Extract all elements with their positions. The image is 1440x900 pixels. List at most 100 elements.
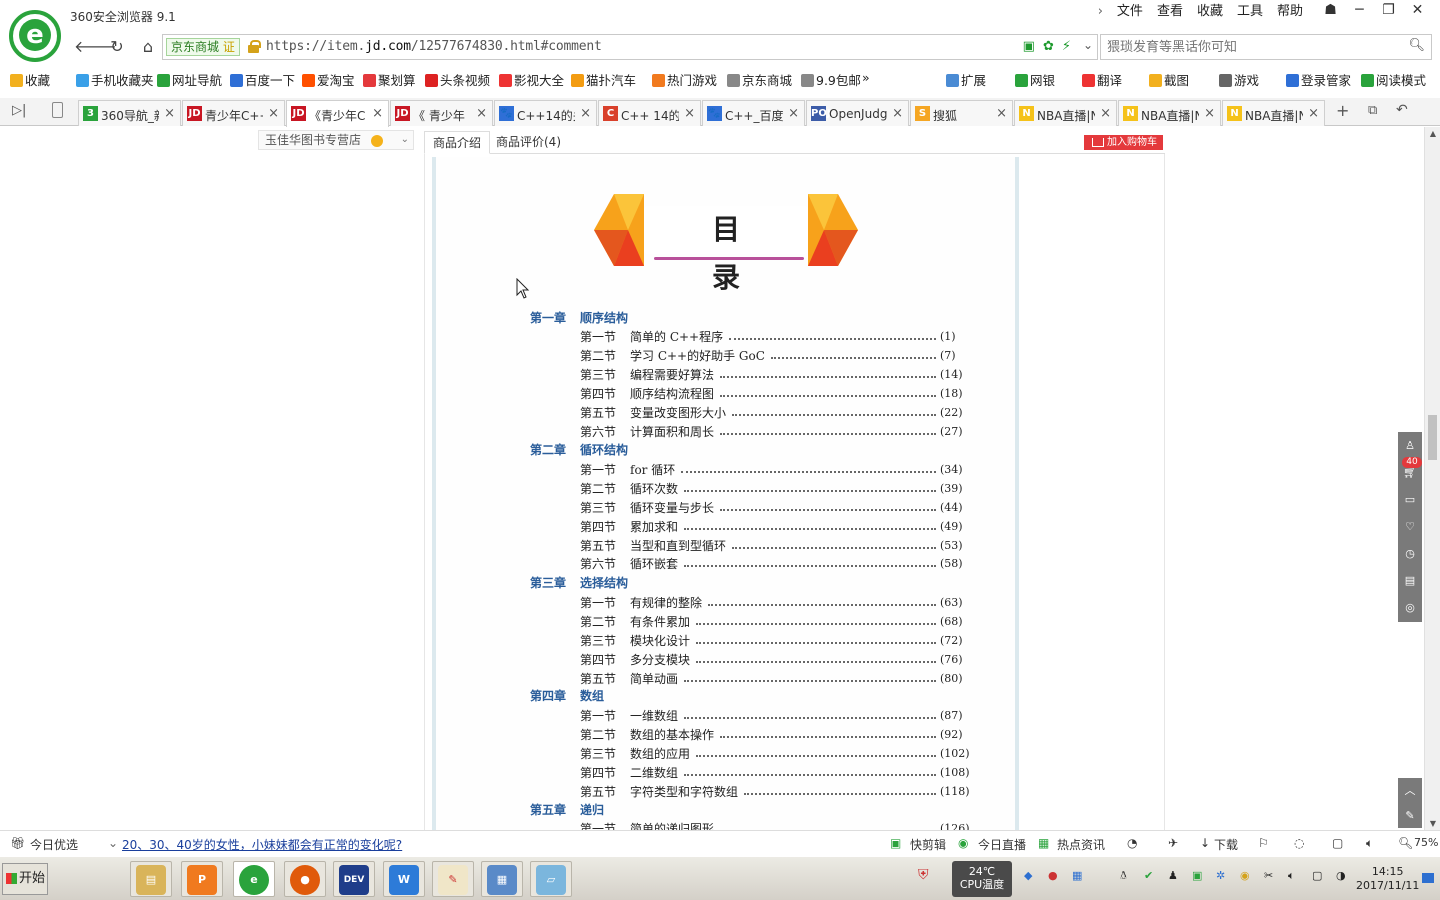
close-tab-icon[interactable]: ×: [580, 106, 591, 121]
bookmark-item[interactable]: 影视大全: [499, 70, 564, 89]
bookmark-item[interactable]: 百度一下: [230, 70, 295, 89]
close-tab-icon[interactable]: ×: [268, 106, 279, 121]
message-icon[interactable]: ▤: [1398, 567, 1422, 594]
tray-check-icon[interactable]: ✔: [1144, 869, 1153, 882]
bookmark-item[interactable]: 爱淘宝: [302, 70, 355, 89]
menu-tools[interactable]: 工具: [1230, 4, 1270, 20]
browser-tab[interactable]: CC++ 14的新 ×: [598, 100, 701, 126]
extension-icon[interactable]: ✿: [1043, 39, 1054, 54]
history-icon[interactable]: ◷: [1398, 540, 1422, 567]
vertical-scrollbar[interactable]: ▲ ▼: [1424, 127, 1440, 830]
minimize-button[interactable]: ─: [1345, 2, 1374, 18]
bookmark-item[interactable]: 热门游戏: [652, 70, 717, 89]
tray-cube-icon[interactable]: ◆: [1024, 869, 1032, 882]
search-box[interactable]: 🔍︎: [1100, 34, 1432, 60]
speed-mode-icon[interactable]: ⚡: [1062, 39, 1071, 54]
browser-tab[interactable]: 🐾C++14的关 ×: [494, 100, 597, 126]
bookmark-item[interactable]: 网址导航: [157, 70, 222, 89]
toolbar-item[interactable]: 阅读模式: [1361, 70, 1426, 89]
hot-news-button[interactable]: 热点资讯: [1057, 836, 1105, 853]
new-tab-button[interactable]: +: [1336, 101, 1349, 120]
browser-tab[interactable]: N NBA直播|N ×: [1222, 100, 1325, 126]
bookmark-item[interactable]: 9.9包邮: [801, 70, 861, 89]
compat-mode-icon[interactable]: ▣: [1023, 39, 1035, 54]
news-ticker-link[interactable]: 20、30、40岁的女性，小妹妹都会有正常的变化呢?: [122, 836, 402, 853]
chevron-down-icon[interactable]: ⌄: [1083, 38, 1093, 52]
refresh-button[interactable]: ↻: [105, 36, 129, 58]
close-tab-icon[interactable]: ×: [788, 106, 799, 121]
tray-tools-icon[interactable]: ✂: [1264, 869, 1273, 882]
sidebar-toggle-icon[interactable]: ▷|: [12, 103, 26, 118]
close-tab-icon[interactable]: ×: [996, 106, 1007, 121]
cpu-temp-widget[interactable]: 24℃ CPU温度: [952, 861, 1012, 897]
tray-network-icon[interactable]: ▣: [1192, 869, 1202, 882]
speaker-icon[interactable]: 🔈︎: [1288, 869, 1295, 883]
speed-icon[interactable]: ◔: [1127, 836, 1137, 850]
bookmark-item[interactable]: 猫扑汽车: [571, 70, 636, 89]
browser-tab[interactable]: 🐾C++_百度百 ×: [702, 100, 805, 126]
tray-360-icon[interactable]: ◉: [1240, 869, 1250, 882]
chevron-right-icon[interactable]: ›: [1091, 4, 1110, 20]
start-button[interactable]: 开始: [2, 863, 48, 895]
menu-view[interactable]: 查看: [1150, 4, 1190, 20]
close-tab-icon[interactable]: ×: [476, 106, 487, 121]
toolbar-item[interactable]: 扩展: [946, 70, 986, 89]
scrollbar-thumb[interactable]: [1428, 415, 1437, 460]
tray-user-icon[interactable]: ♟: [1168, 869, 1178, 882]
bookmark-item[interactable]: 京东商城: [727, 70, 792, 89]
close-tab-icon[interactable]: ×: [892, 106, 903, 121]
search-input[interactable]: [1107, 38, 1407, 56]
tab-product-intro[interactable]: 商品介绍: [424, 131, 491, 154]
site-verified-badge[interactable]: 京东商城 证: [166, 38, 240, 56]
toolbar-item[interactable]: 截图: [1149, 70, 1189, 89]
today-live-button[interactable]: 今日直播: [978, 836, 1026, 853]
menu-favorites[interactable]: 收藏: [1190, 4, 1230, 20]
quick-clip-button[interactable]: 快剪辑: [910, 836, 946, 853]
browser-tab[interactable]: JD青少年C++ ×: [182, 100, 285, 126]
show-desktop-icon[interactable]: [1422, 873, 1434, 883]
url-text[interactable]: https://item.jd.com/12577674830.html#com…: [266, 39, 602, 54]
tray-sound-icon[interactable]: ◑: [1336, 869, 1346, 882]
tray-pc-icon[interactable]: ▢: [1312, 869, 1322, 882]
close-tab-icon[interactable]: ×: [1204, 106, 1215, 121]
menu-help[interactable]: 帮助: [1270, 4, 1310, 20]
add-to-cart-button[interactable]: 加入购物车: [1084, 135, 1163, 150]
taskbar-app-360browser[interactable]: e: [233, 861, 275, 897]
security-tray-icon[interactable]: ⛨: [918, 867, 929, 883]
browser-tab[interactable]: JD 《 青少年 ×: [390, 100, 493, 126]
browser-tab[interactable]: N NBA直播|N ×: [1118, 100, 1221, 126]
taskbar-app-ninja[interactable]: ●: [284, 861, 326, 897]
back-to-top-icon[interactable]: ︿: [1398, 778, 1422, 803]
menu-file[interactable]: 文件: [1110, 4, 1150, 20]
close-tab-icon[interactable]: ×: [684, 106, 695, 121]
back-button[interactable]: 🡐: [74, 36, 117, 58]
browser-tab[interactable]: S 搜狐 ×: [910, 100, 1013, 126]
pin-icon[interactable]: ✈: [1168, 836, 1178, 850]
browser-logo-icon[interactable]: e: [9, 10, 61, 62]
coupon-icon[interactable]: ▭: [1398, 486, 1422, 513]
browser-tab[interactable]: 3360导航_新 ×: [78, 100, 181, 126]
tray-record-icon[interactable]: ●: [1048, 869, 1058, 882]
search-icon[interactable]: 🔍︎: [1408, 38, 1425, 53]
zoom-icon[interactable]: 🔍︎: [1398, 836, 1413, 850]
heart-icon[interactable]: ♡: [1398, 513, 1422, 540]
taskbar-app-wps[interactable]: W: [383, 861, 425, 897]
toolbar-item[interactable]: 游戏: [1219, 70, 1259, 89]
bookmark-item[interactable]: 手机收藏夹: [76, 70, 154, 89]
tab-list-icon[interactable]: ⧉: [1368, 103, 1377, 118]
maximize-button[interactable]: ❐: [1374, 2, 1403, 18]
close-tab-icon[interactable]: ×: [164, 106, 175, 121]
skin-icon[interactable]: ☗: [1316, 2, 1345, 18]
download-button[interactable]: 下载: [1214, 836, 1238, 853]
home-button[interactable]: ⌂: [136, 36, 160, 58]
tray-grid-icon[interactable]: ▦: [1072, 869, 1082, 882]
address-bar[interactable]: 京东商城 证 https://item.jd.com/12577674830.h…: [162, 34, 1098, 60]
browser-tab[interactable]: POJOpenJudge ×: [806, 100, 909, 126]
taskbar-app-imageviewer[interactable]: ▦: [481, 861, 523, 897]
today-pick-link[interactable]: 今日优选: [30, 836, 78, 853]
zoom-level[interactable]: 75%: [1414, 836, 1438, 849]
taskbar-app-ppt[interactable]: P: [181, 861, 223, 897]
bookmark-item[interactable]: 聚划算: [363, 70, 416, 89]
close-tab-icon[interactable]: ×: [372, 106, 383, 121]
taskbar-app-paint[interactable]: ✎: [432, 861, 474, 897]
